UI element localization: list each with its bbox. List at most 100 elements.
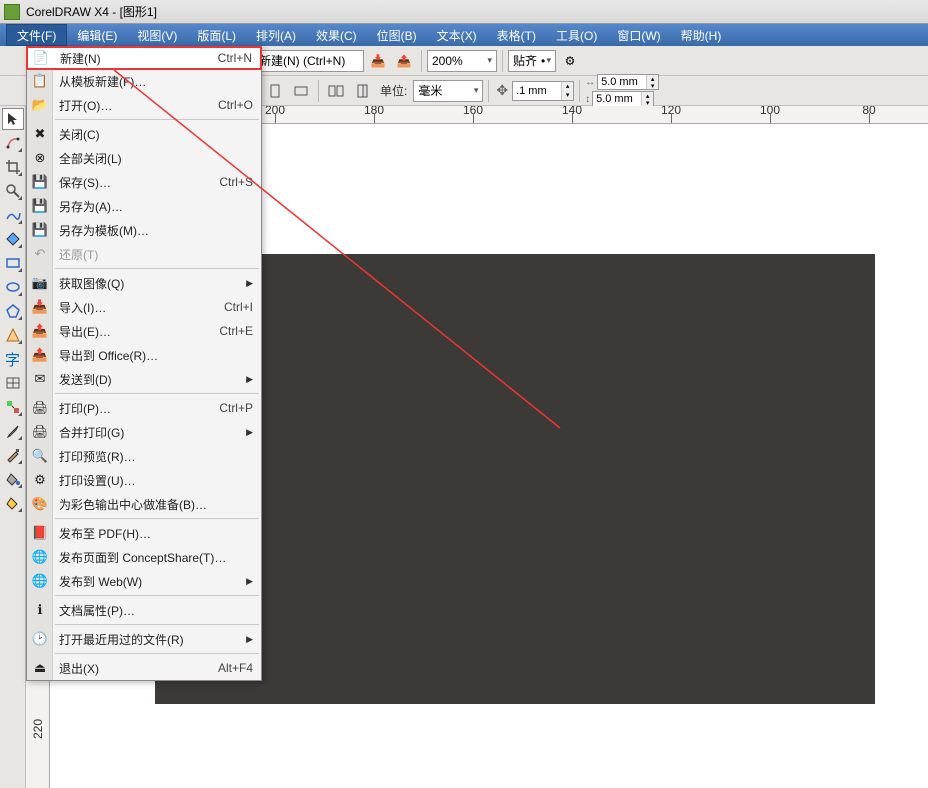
smart-fill-tool[interactable] [2,228,24,250]
fill-tool[interactable] [2,468,24,490]
open-icon: 📂 [31,96,49,114]
file-menu-item[interactable]: 🕑打开最近用过的文件(R)▶ [27,627,261,651]
pubweb-icon: 🌐 [31,572,49,590]
menu-tools[interactable]: 工具(O) [546,24,607,46]
menu-window[interactable]: 窗口(W) [607,24,670,46]
menu-separator [55,595,259,596]
print-icon: 🖨 [31,399,49,417]
menu-item-label: 导出(E)… [59,323,111,340]
file-menu-item[interactable]: 💾保存(S)…Ctrl+S [27,170,261,194]
basic-shapes-tool[interactable] [2,324,24,346]
polygon-tool[interactable] [2,300,24,322]
menu-item-label: 关闭(C) [59,126,100,143]
file-menu-item[interactable]: 📄新建(N)Ctrl+N [26,46,262,70]
file-menu-item[interactable]: 💾另存为(A)… [27,194,261,218]
rectangle-tool[interactable] [2,252,24,274]
page-single-button[interactable] [350,79,374,103]
menu-item-label: 文档属性(P)… [59,602,135,619]
file-menu-item[interactable]: 📷获取图像(Q)▶ [27,271,261,295]
new-hint-box[interactable]: 新建(N) (Ctrl+N) [254,50,364,72]
file-menu-item[interactable]: ℹ文档属性(P)… [27,598,261,622]
revert-icon: ↶ [31,245,49,263]
menu-arrange[interactable]: 排列(A) [246,24,306,46]
menu-item-label: 打印预览(R)… [59,448,136,465]
outline-tool[interactable] [2,444,24,466]
portrait-button[interactable] [263,79,287,103]
canvas-background [155,254,875,704]
file-menu-item[interactable]: ⚙打印设置(U)… [27,468,261,492]
file-menu-item[interactable]: ⏏退出(X)Alt+F4 [27,656,261,680]
file-menu-item[interactable]: 🖨合并打印(G)▶ [27,420,261,444]
menu-table[interactable]: 表格(T) [487,24,546,46]
menu-item-label: 合并打印(G) [59,424,124,441]
zoom-combo[interactable]: 200%▾ [427,50,497,72]
menu-help[interactable]: 帮助(H) [671,24,732,46]
menu-layout[interactable]: 版面(L) [187,24,246,46]
eyedropper-tool[interactable] [2,420,24,442]
menu-item-label: 发布至 PDF(H)… [59,525,151,542]
menu-item-label: 导入(I)… [59,299,106,316]
file-menu-item[interactable]: 🌐发布页面到 ConceptShare(T)… [27,545,261,569]
menu-bitmaps[interactable]: 位图(B) [367,24,427,46]
separator [318,80,319,102]
file-menu-dropdown: 📄新建(N)Ctrl+N📋从模板新建(F)…📂打开(O)…Ctrl+O ✖关闭(C… [26,46,262,681]
table-tool[interactable] [2,372,24,394]
menu-item-label: 打印(P)… [59,400,111,417]
menu-text[interactable]: 文本(X) [427,24,487,46]
file-menu-item[interactable]: ✉发送到(D)▶ [27,367,261,391]
file-menu-item[interactable]: 🎨为彩色输出中心做准备(B)… [27,492,261,516]
zoom-tool[interactable] [2,180,24,202]
crop-tool[interactable] [2,156,24,178]
acquire-icon: 📷 [31,274,49,292]
dup-x-input[interactable]: ▴▾ [597,74,659,90]
unit-combo[interactable]: 毫米▾ [413,80,483,102]
import-button[interactable]: 📥 [366,49,390,73]
options-button[interactable]: ⚙ [558,49,582,73]
menu-view[interactable]: 视图(V) [127,24,187,46]
file-menu-item[interactable]: 💾另存为模板(M)… [27,218,261,242]
file-menu-item[interactable]: 📤导出到 Office(R)… [27,343,261,367]
file-menu-item[interactable]: 🌐发布到 Web(W)▶ [27,569,261,593]
menu-edit[interactable]: 编辑(E) [67,24,127,46]
printsetup-icon: ⚙ [31,471,49,489]
file-menu-item[interactable]: 📥导入(I)…Ctrl+I [27,295,261,319]
toolbox: 字 [0,106,26,788]
submenu-arrow-icon: ▶ [246,374,253,385]
file-menu-item[interactable]: 📕发布至 PDF(H)… [27,521,261,545]
shape-tool[interactable] [2,132,24,154]
file-menu-item[interactable]: 📋从模板新建(F)… [27,69,261,93]
printpreview-icon: 🔍 [31,447,49,465]
text-tool[interactable]: 字 [2,348,24,370]
file-menu-item[interactable]: 📂打开(O)…Ctrl+O [27,93,261,117]
export-icon: 📤 [31,322,49,340]
snap-combo[interactable]: 贴齐 •▾ [508,50,556,72]
menu-file[interactable]: 文件(F) [6,24,67,46]
file-menu-item[interactable]: ✖关闭(C) [27,122,261,146]
menu-shortcut: Ctrl+P [219,401,253,415]
interactive-tool[interactable] [2,396,24,418]
dup-x-icon: ↔ [585,77,595,88]
menu-effects[interactable]: 效果(C) [306,24,367,46]
page-all-button[interactable] [324,79,348,103]
dup-y-input[interactable]: ▴▾ [592,91,654,107]
nudge-icon: ✥ [496,82,508,99]
nudge-input[interactable]: ▴▾ [512,81,574,101]
freehand-tool[interactable] [2,204,24,226]
menu-shortcut: Ctrl+N [218,51,252,65]
pubcs-icon: 🌐 [31,548,49,566]
pick-tool[interactable] [2,108,24,130]
import-icon: 📥 [31,298,49,316]
landscape-button[interactable] [289,79,313,103]
menu-item-label: 退出(X) [59,660,99,677]
file-menu-item[interactable]: 🔍 打印预览(R)… [27,444,261,468]
ellipse-tool[interactable] [2,276,24,298]
file-menu-item[interactable]: 📤导出(E)…Ctrl+E [27,319,261,343]
menu-separator [55,393,259,394]
file-menu-item[interactable]: ⊗全部关闭(L) [27,146,261,170]
file-menu-item[interactable]: 🖨 打印(P)… Ctrl+P [27,396,261,420]
interactive-fill-tool[interactable] [2,492,24,514]
exit-icon: ⏏ [31,659,49,677]
export-button[interactable]: 📤 [392,49,416,73]
dup-y-icon: ↕ [585,94,590,105]
exportoffice-icon: 📤 [31,346,49,364]
